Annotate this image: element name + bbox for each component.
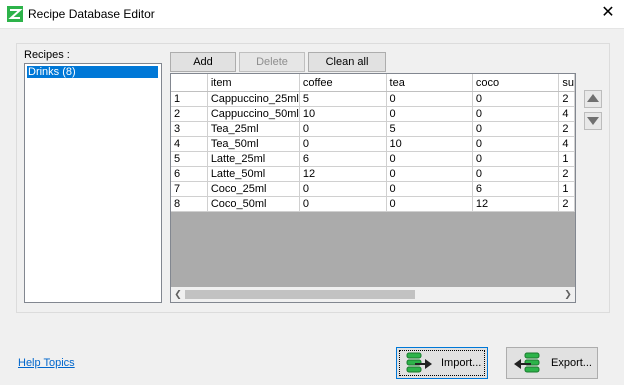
row-number: 1 (171, 91, 208, 107)
cell-tea[interactable]: 10 (386, 136, 473, 152)
cell-item[interactable]: Tea_25ml (207, 121, 300, 137)
cell-item[interactable]: Latte_25ml (207, 151, 300, 167)
row-number: 7 (171, 181, 208, 197)
cell-su[interactable]: 1 (558, 151, 575, 167)
cell-su[interactable]: 1 (558, 181, 575, 197)
cell-item[interactable]: Cappuccino_50ml (207, 106, 300, 122)
arrow-down-icon (587, 117, 599, 125)
horizontal-scrollbar[interactable]: ❮ ❯ (171, 287, 575, 302)
cell-tea[interactable]: 0 (386, 166, 473, 182)
cell-su[interactable]: 4 (558, 106, 575, 122)
import-button[interactable]: Import... (396, 347, 488, 379)
delete-button[interactable]: Delete (239, 52, 305, 72)
cell-su[interactable]: 2 (558, 166, 575, 182)
cell-coffee[interactable]: 6 (299, 151, 387, 167)
database-export-icon (514, 352, 540, 373)
column-header-coffee[interactable]: coffee (299, 74, 387, 92)
cell-tea[interactable]: 5 (386, 121, 473, 137)
cell-coco[interactable]: 0 (472, 166, 560, 182)
grid-corner (171, 74, 208, 92)
cell-coco[interactable]: 0 (472, 136, 560, 152)
cell-tea[interactable]: 0 (386, 91, 473, 107)
export-label: Export... (551, 357, 592, 369)
clean-all-button[interactable]: Clean all (308, 52, 386, 72)
table-row[interactable]: 5 Latte_25ml 6 0 0 1 (171, 151, 575, 167)
scroll-right-icon[interactable]: ❯ (561, 287, 575, 302)
help-topics-link[interactable]: Help Topics (18, 357, 75, 369)
cell-coco[interactable]: 0 (472, 151, 560, 167)
cell-tea[interactable]: 0 (386, 106, 473, 122)
cell-item[interactable]: Latte_50ml (207, 166, 300, 182)
database-import-icon (406, 352, 432, 373)
cell-coffee[interactable]: 0 (299, 181, 387, 197)
cell-coco[interactable]: 0 (472, 106, 560, 122)
table-row[interactable]: 2 Cappuccino_50ml 10 0 0 4 (171, 106, 575, 122)
cell-coffee[interactable]: 0 (299, 196, 387, 212)
recipe-table: item coffee tea coco su 1 Cappuccino_25m… (171, 74, 575, 212)
grid-header-row: item coffee tea coco su (171, 74, 575, 92)
app-icon (7, 6, 23, 22)
cell-item[interactable]: Tea_50ml (207, 136, 300, 152)
cell-coffee[interactable]: 12 (299, 166, 387, 182)
dialog-body: Recipes : Drinks (8) Add Delete Clean al… (0, 28, 624, 385)
table-row[interactable]: 6 Latte_50ml 12 0 0 2 (171, 166, 575, 182)
row-number: 5 (171, 151, 208, 167)
move-down-button[interactable] (584, 112, 602, 130)
table-row[interactable]: 8 Coco_50ml 0 0 12 2 (171, 196, 575, 212)
import-label: Import... (441, 357, 482, 369)
cell-su[interactable]: 2 (558, 121, 575, 137)
add-button[interactable]: Add (170, 52, 236, 72)
cell-coffee[interactable]: 0 (299, 121, 387, 137)
column-header-item[interactable]: item (207, 74, 300, 92)
column-header-coco[interactable]: coco (472, 74, 560, 92)
scrollbar-thumb[interactable] (185, 290, 415, 299)
cell-coco[interactable]: 0 (472, 121, 560, 137)
window-title: Recipe Database Editor (28, 7, 155, 21)
cell-coco[interactable]: 0 (472, 91, 560, 107)
cell-coco[interactable]: 12 (472, 196, 560, 212)
table-row[interactable]: 7 Coco_25ml 0 0 6 1 (171, 181, 575, 197)
table-row[interactable]: 4 Tea_50ml 0 10 0 4 (171, 136, 575, 152)
cell-coco[interactable]: 6 (472, 181, 560, 197)
close-icon[interactable]: ✕ (596, 3, 620, 23)
cell-item[interactable]: Cappuccino_25ml (207, 91, 300, 107)
recipe-item-drinks[interactable]: Drinks (8) (27, 66, 158, 78)
table-row[interactable]: 3 Tea_25ml 0 5 0 2 (171, 121, 575, 137)
export-button[interactable]: Export... (506, 347, 598, 379)
move-up-button[interactable] (584, 90, 602, 108)
scroll-left-icon[interactable]: ❮ (171, 287, 185, 302)
row-number: 3 (171, 121, 208, 137)
cell-tea[interactable]: 0 (386, 151, 473, 167)
cell-coffee[interactable]: 0 (299, 136, 387, 152)
cell-su[interactable]: 4 (558, 136, 575, 152)
column-header-su[interactable]: su (558, 74, 575, 92)
cell-item[interactable]: Coco_25ml (207, 181, 300, 197)
row-number: 4 (171, 136, 208, 152)
cell-tea[interactable]: 0 (386, 196, 473, 212)
row-number: 6 (171, 166, 208, 182)
recipes-label: Recipes : (24, 49, 70, 61)
cell-item[interactable]: Coco_50ml (207, 196, 300, 212)
cell-coffee[interactable]: 5 (299, 91, 387, 107)
recipe-grid[interactable]: item coffee tea coco su 1 Cappuccino_25m… (170, 73, 576, 303)
title-bar: Recipe Database Editor ✕ (0, 0, 624, 28)
arrow-up-icon (587, 94, 599, 102)
cell-coffee[interactable]: 10 (299, 106, 387, 122)
row-number: 8 (171, 196, 208, 212)
table-row[interactable]: 1 Cappuccino_25ml 5 0 0 2 (171, 91, 575, 107)
row-number: 2 (171, 106, 208, 122)
cell-tea[interactable]: 0 (386, 181, 473, 197)
column-header-tea[interactable]: tea (386, 74, 473, 92)
cell-su[interactable]: 2 (558, 196, 575, 212)
cell-su[interactable]: 2 (558, 91, 575, 107)
recipes-list[interactable]: Drinks (8) (24, 63, 162, 303)
